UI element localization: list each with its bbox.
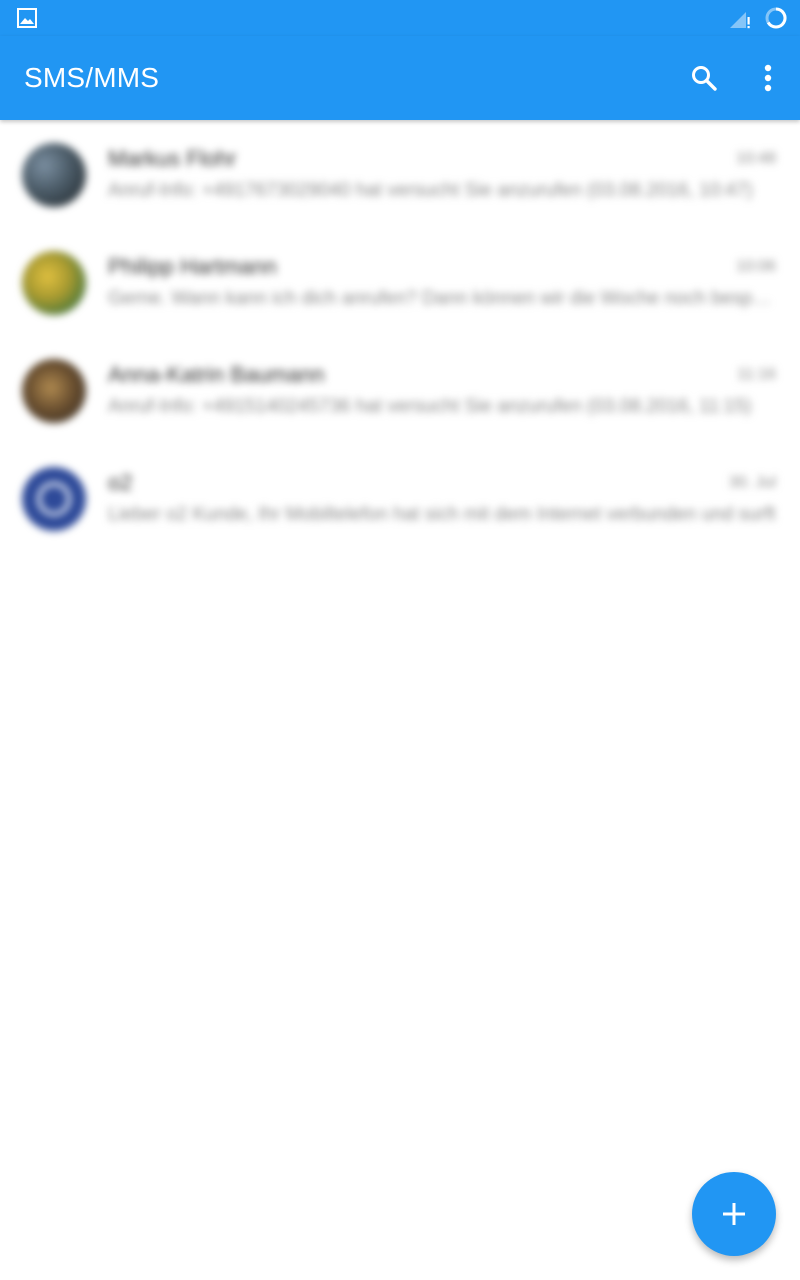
more-vert-icon [764, 64, 772, 92]
contact-name: o2 [108, 470, 133, 495]
search-icon [692, 66, 717, 91]
app-bar: SMS/MMS [0, 36, 800, 120]
message-preview: Anruf-Info: +4917673029040 hat versucht … [108, 180, 753, 201]
conversation-item[interactable]: Anna-Katrin Baumann 11:16 Anruf-Info: +4… [0, 336, 800, 444]
avatar [22, 467, 86, 531]
avatar [22, 143, 86, 207]
avatar [22, 251, 86, 315]
o2-logo-icon [37, 482, 71, 516]
signal-no-data-icon [730, 12, 750, 29]
message-preview: Anruf-Info: +4915140245736 hat versucht … [108, 396, 752, 417]
message-preview: Lieber o2 Kunde, Ihr Mobiltelefon hat si… [108, 504, 776, 525]
message-time: 10:48 [735, 150, 776, 167]
app-title: SMS/MMS [24, 62, 160, 93]
conversation-item[interactable]: o2 30. Jul Lieber o2 Kunde, Ihr Mobiltel… [0, 444, 800, 552]
image-notification-icon [17, 8, 37, 28]
search-button[interactable] [680, 54, 728, 102]
new-message-button[interactable] [692, 1172, 776, 1256]
messaging-screen: SMS/MMS Markus Flohr 10:48 Anruf-Info: +… [0, 0, 800, 1280]
status-bar [0, 0, 800, 36]
conversation-item[interactable]: Markus Flohr 10:48 Anruf-Info: +49176730… [0, 120, 800, 228]
message-preview: Gerne. Wann kann ich dich anrufen? Dann … [108, 288, 776, 309]
conversation-item[interactable]: Philipp Hartmann 10:06 Gerne. Wann kann … [0, 228, 800, 336]
plus-icon [723, 1203, 745, 1225]
conversation-list: Markus Flohr 10:48 Anruf-Info: +49176730… [0, 120, 800, 1280]
message-time: 11:16 [737, 366, 776, 383]
message-time: 10:06 [735, 258, 776, 275]
contact-name: Markus Flohr [108, 146, 237, 171]
avatar [22, 359, 86, 423]
contact-name: Anna-Katrin Baumann [108, 362, 325, 387]
sync-progress-icon [765, 7, 787, 29]
contact-name: Philipp Hartmann [108, 254, 277, 279]
message-time: 30. Jul [728, 474, 776, 491]
more-options-button[interactable] [744, 54, 792, 102]
